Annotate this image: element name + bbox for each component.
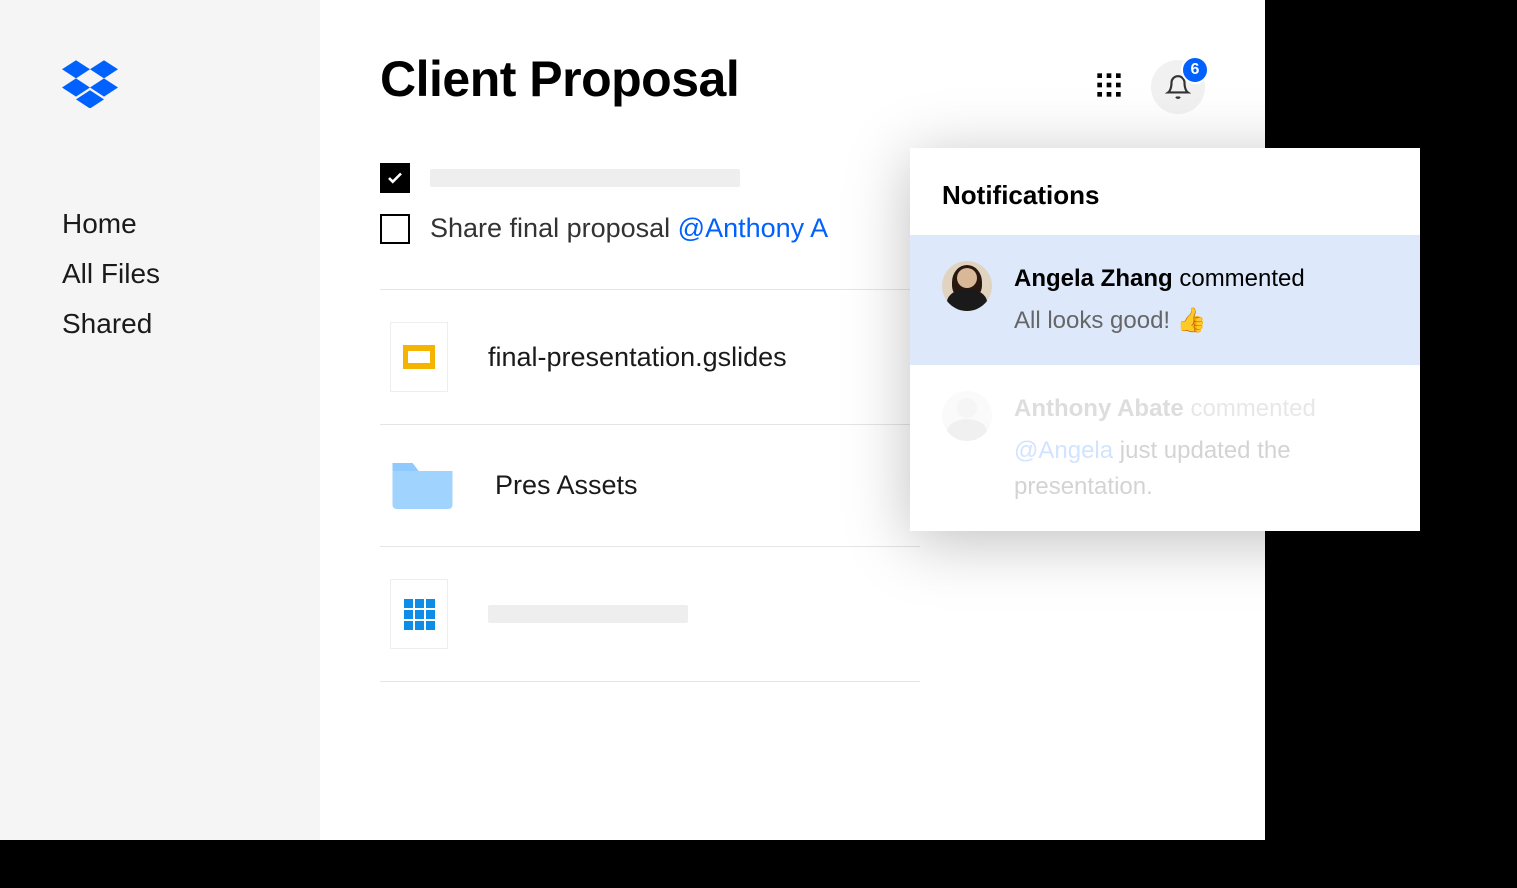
header-actions: 6 bbox=[1095, 60, 1205, 114]
dropbox-logo-icon[interactable] bbox=[62, 60, 320, 113]
file-row-sheet[interactable] bbox=[380, 547, 920, 682]
notification-body: Anthony Abate commented @Angela just upd… bbox=[1014, 391, 1388, 505]
notification-item[interactable]: Anthony Abate commented @Angela just upd… bbox=[910, 365, 1420, 531]
notification-action: commented bbox=[1184, 395, 1316, 422]
notification-item[interactable]: Angela Zhang commented All looks good! 👍 bbox=[910, 235, 1420, 365]
notification-author: Angela Zhang bbox=[1014, 265, 1173, 292]
mention[interactable]: @Angela bbox=[1014, 437, 1113, 464]
file-name: Pres Assets bbox=[495, 470, 638, 501]
file-row-gslides[interactable]: final-presentation.gslides bbox=[380, 290, 920, 425]
spreadsheet-file-icon bbox=[390, 579, 448, 649]
notification-body: Angela Zhang commented All looks good! 👍 bbox=[1014, 261, 1305, 339]
notification-author: Anthony Abate bbox=[1014, 395, 1184, 422]
notification-message: All looks good! 👍 bbox=[1014, 303, 1305, 339]
mention[interactable]: @Anthony A bbox=[678, 213, 829, 243]
notifications-title: Notifications bbox=[910, 148, 1420, 235]
file-list: final-presentation.gslides Pres Assets bbox=[380, 289, 920, 682]
file-name: final-presentation.gslides bbox=[488, 342, 787, 373]
app-window: Home All Files Shared Client Proposal 6 bbox=[0, 0, 1265, 840]
notifications-bell-icon[interactable]: 6 bbox=[1151, 60, 1205, 114]
notifications-panel: Notifications Angela Zhang commented All… bbox=[910, 148, 1420, 531]
notification-badge: 6 bbox=[1181, 56, 1209, 84]
gslides-file-icon bbox=[390, 322, 448, 392]
folder-icon bbox=[390, 457, 455, 514]
checkbox-checked-icon[interactable] bbox=[380, 163, 410, 193]
notification-action: commented bbox=[1173, 265, 1305, 292]
avatar bbox=[942, 261, 992, 311]
main-content: Client Proposal 6 bbox=[320, 0, 1265, 840]
avatar bbox=[942, 391, 992, 441]
sidebar-item-shared[interactable]: Shared bbox=[62, 308, 320, 340]
file-name-placeholder bbox=[488, 605, 688, 623]
sidebar-item-all-files[interactable]: All Files bbox=[62, 258, 320, 290]
todo-text: Share final proposal @Anthony A bbox=[430, 213, 828, 244]
apps-grid-icon[interactable] bbox=[1095, 71, 1123, 104]
checkbox-unchecked-icon[interactable] bbox=[380, 214, 410, 244]
sidebar-item-home[interactable]: Home bbox=[62, 208, 320, 240]
sidebar: Home All Files Shared bbox=[0, 0, 320, 840]
notification-message: @Angela just updated the presentation. bbox=[1014, 433, 1388, 505]
todo-text-placeholder bbox=[430, 169, 740, 187]
file-row-folder[interactable]: Pres Assets bbox=[380, 425, 920, 547]
todo-label: Share final proposal bbox=[430, 213, 678, 243]
